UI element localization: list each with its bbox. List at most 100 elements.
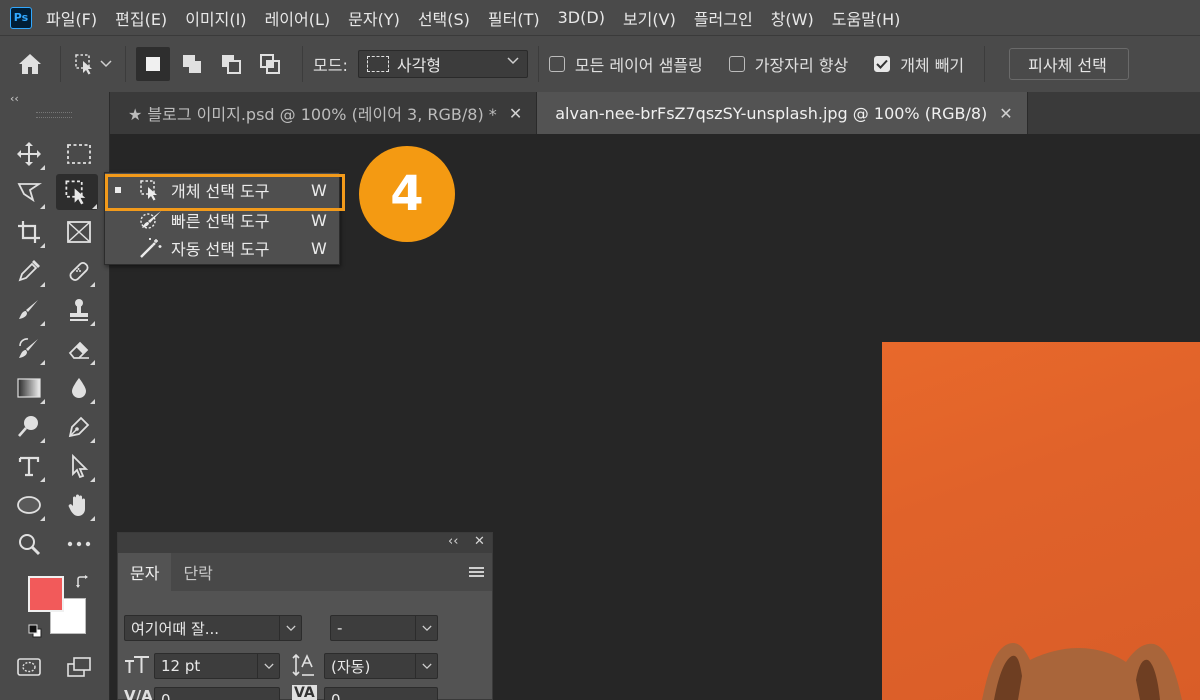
object-subtract-option[interactable]: 개체 빼기 (874, 52, 964, 76)
character-panel: ‹‹ ✕ 문자 단락 여기어때 잘... - 12 pt (자동) V/A 0 … (117, 532, 493, 700)
marquee-tool[interactable] (62, 137, 96, 171)
select-subject-button[interactable]: 피사체 선택 (1009, 48, 1130, 80)
brush-tool[interactable] (12, 293, 46, 327)
separator (60, 46, 61, 82)
dodge-tool[interactable] (12, 410, 46, 444)
toolbar-grip[interactable] (36, 112, 72, 118)
photo-content (982, 642, 1182, 700)
clone-stamp-tool[interactable] (62, 293, 96, 327)
panel-menu-icon[interactable] (469, 567, 484, 577)
menu-filter[interactable]: 필터(T) (488, 6, 540, 30)
path-selection-tool[interactable] (62, 449, 96, 483)
close-icon[interactable]: ✕ (999, 104, 1012, 123)
foreground-color-swatch[interactable] (28, 576, 64, 612)
collapse-toolbar-button[interactable]: ‹‹ (10, 92, 19, 105)
menu-3d[interactable]: 3D(D) (558, 8, 605, 27)
sample-all-layers-checkbox[interactable] (548, 56, 565, 72)
screen-mode-button[interactable] (62, 650, 96, 684)
quick-mask-button[interactable] (12, 650, 46, 684)
type-tool[interactable] (12, 449, 46, 483)
menu-type[interactable]: 문자(Y) (348, 6, 400, 30)
tool-group-indicator (90, 399, 95, 404)
history-brush-icon (19, 338, 38, 358)
add-to-selection-button[interactable] (175, 47, 209, 81)
tab-label: alvan-nee-brFsZ7qszSY-unsplash.jpg @ 100… (555, 103, 988, 123)
new-selection-button[interactable] (136, 47, 170, 81)
intersect-selection-icon (260, 54, 280, 74)
flyout-item-magic-wand[interactable]: 자동 선택 도구 W (105, 234, 339, 262)
blur-tool[interactable] (62, 371, 96, 405)
tool-group-indicator (90, 360, 95, 365)
font-size-field[interactable]: 12 pt (154, 653, 280, 679)
hand-tool[interactable] (62, 488, 96, 522)
tab-paragraph[interactable]: 단락 (171, 553, 224, 591)
move-tool[interactable] (12, 137, 46, 171)
rectangular-marquee-icon (67, 144, 91, 164)
menu-layer[interactable]: 레이어(L) (265, 6, 331, 30)
rectangle-mode-icon (366, 56, 389, 72)
tool-group-indicator (40, 321, 45, 326)
menu-file[interactable]: 파일(F) (46, 6, 97, 30)
pen-tool[interactable] (62, 410, 96, 444)
swap-colors-button[interactable] (72, 572, 94, 592)
chevron-down-icon (257, 654, 279, 678)
chevron-down-icon (279, 616, 301, 640)
frame-tool[interactable] (62, 215, 96, 249)
menu-view[interactable]: 보기(V) (623, 6, 676, 30)
chevron-down-icon (507, 57, 519, 65)
tool-group-indicator (40, 165, 45, 170)
history-brush-tool[interactable] (12, 332, 46, 366)
eraser-tool[interactable] (62, 332, 96, 366)
kerning-field[interactable]: 0 (154, 687, 280, 700)
tab-unsplash-photo[interactable]: alvan-nee-brFsZ7qszSY-unsplash.jpg @ 100… (537, 92, 1028, 134)
separator (537, 46, 539, 82)
tool-group-indicator (90, 516, 95, 521)
chevron-down-icon (415, 654, 437, 678)
menu-plugins[interactable]: 플러그인 (694, 6, 753, 30)
tool-group-indicator (40, 399, 45, 404)
tool-preset-picker[interactable] (71, 44, 115, 84)
ellipse-tool[interactable] (12, 488, 46, 522)
zoom-tool[interactable] (12, 527, 46, 561)
tracking-field[interactable]: 0 (324, 687, 438, 700)
healing-brush-tool[interactable] (62, 254, 96, 288)
object-selection-tool[interactable] (56, 174, 98, 210)
document-image[interactable] (882, 342, 1200, 700)
flyout-label: 자동 선택 도구 (171, 240, 270, 259)
font-style-value: - (337, 619, 343, 637)
default-colors-button[interactable] (26, 622, 44, 640)
tab-character[interactable]: 문자 (118, 553, 172, 591)
close-panel-button[interactable]: ✕ (474, 534, 485, 549)
menu-edit[interactable]: 편집(E) (115, 6, 167, 30)
collapse-panel-button[interactable]: ‹‹ (448, 534, 458, 549)
eyedropper-tool[interactable] (12, 254, 46, 288)
shortcut-key: W (311, 210, 327, 230)
menu-image[interactable]: 이미지(I) (185, 6, 246, 30)
font-size-value: 12 pt (161, 657, 201, 675)
crop-tool[interactable] (12, 215, 46, 249)
mode-select[interactable]: 사각형 (357, 50, 528, 78)
menu-select[interactable]: 선택(S) (418, 6, 470, 30)
edit-toolbar-button[interactable] (62, 527, 96, 561)
menu-help[interactable]: 도움말(H) (832, 6, 901, 30)
lasso-tool[interactable] (12, 176, 46, 210)
subtract-from-selection-button[interactable] (214, 47, 248, 81)
object-subtract-checkbox[interactable] (874, 56, 891, 72)
gradient-tool[interactable] (12, 371, 46, 405)
enhance-edge-checkbox[interactable] (728, 56, 745, 72)
move-icon (17, 142, 41, 166)
home-icon[interactable] (0, 44, 60, 84)
swap-arrows-icon (76, 575, 88, 588)
leading-field[interactable]: (자동) (324, 653, 438, 679)
separator (125, 46, 126, 82)
font-size-icon (124, 655, 150, 680)
close-icon[interactable]: ✕ (509, 104, 522, 123)
enhance-edge-option[interactable]: 가장자리 향상 (728, 52, 848, 76)
font-style-select[interactable]: - (330, 615, 438, 641)
intersect-selection-button[interactable] (253, 47, 287, 81)
shortcut-key: W (311, 238, 327, 258)
sample-all-layers-option[interactable]: 모든 레이어 샘플링 (548, 52, 703, 76)
font-family-select[interactable]: 여기어때 잘... (124, 615, 302, 641)
tab-blog-image[interactable]: ★ 블로그 이미지.psd @ 100% (레이어 3, RGB/8) * ✕ (110, 92, 538, 134)
menu-window[interactable]: 창(W) (771, 6, 814, 30)
